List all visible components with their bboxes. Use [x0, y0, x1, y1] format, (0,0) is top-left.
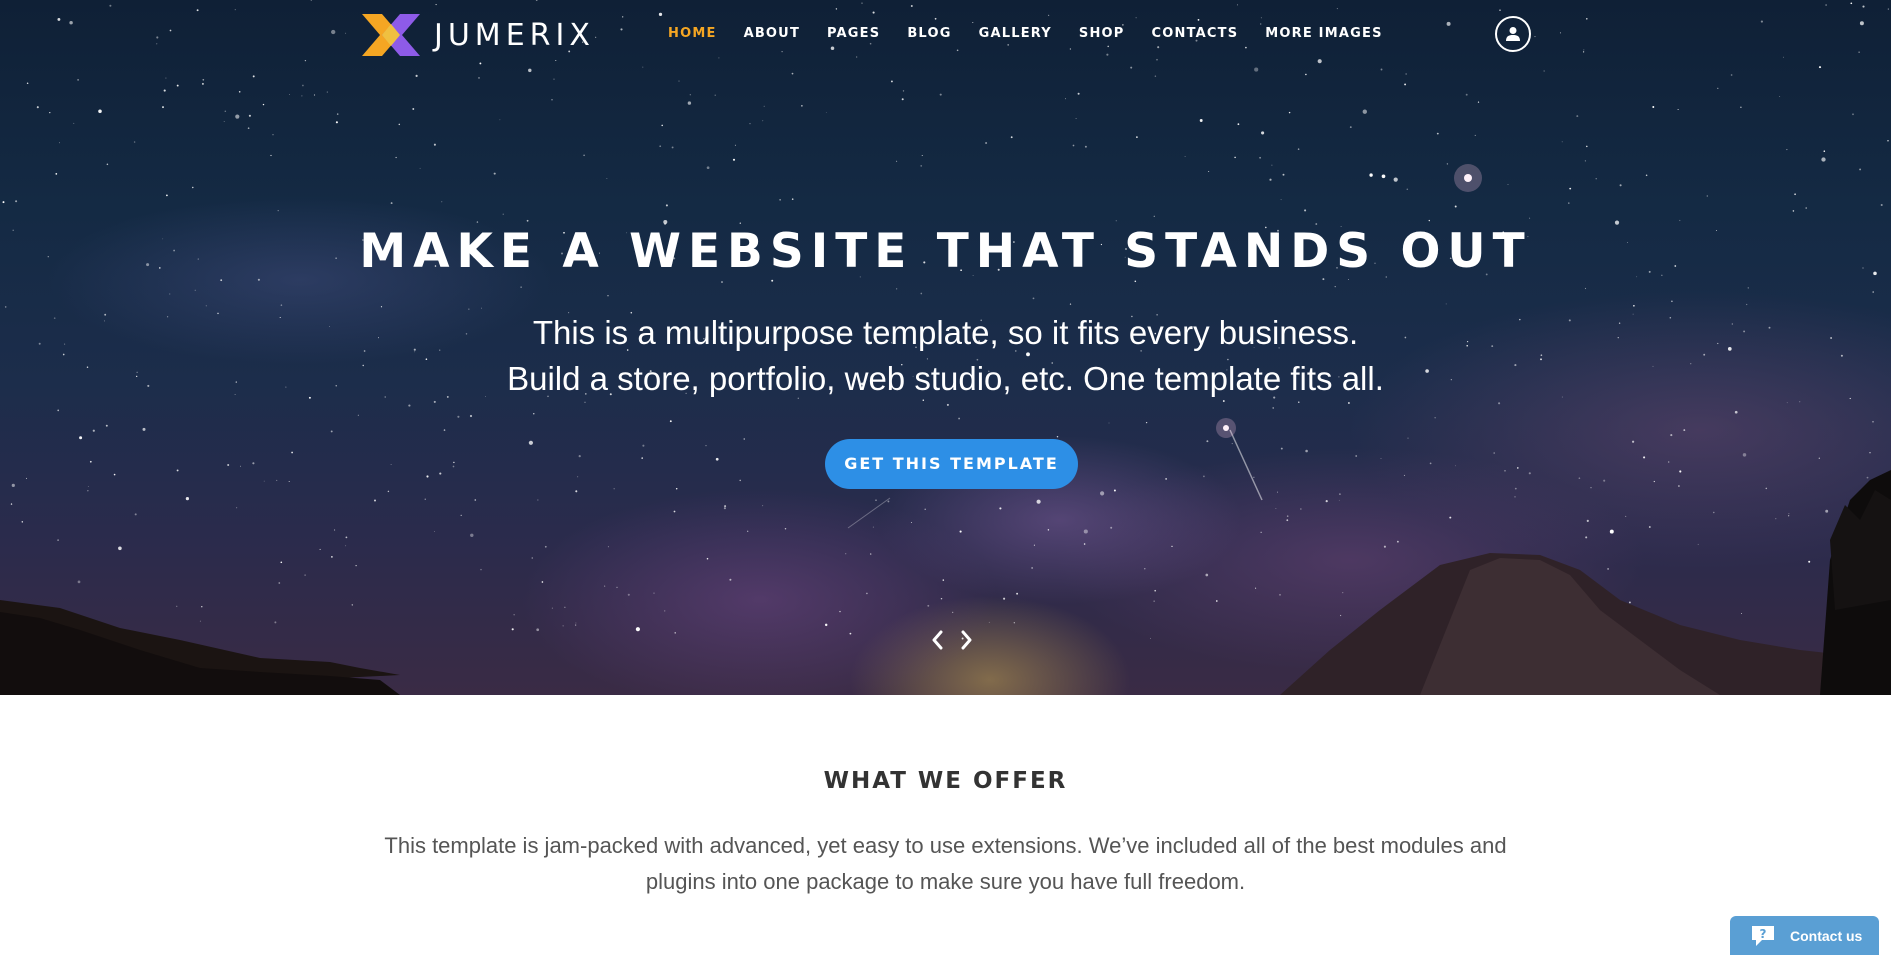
- nav-item-more-images[interactable]: MORE IMAGES: [1265, 26, 1382, 41]
- brand-logo[interactable]: JUMERIX: [360, 14, 595, 56]
- chevron-right-icon[interactable]: [956, 628, 976, 652]
- user-account-button[interactable]: [1495, 16, 1531, 52]
- contact-us-label: Contact us: [1790, 927, 1863, 944]
- brand-name: JUMERIX: [434, 17, 595, 53]
- chevron-left-icon[interactable]: [928, 628, 948, 652]
- offer-description: This template is jam-packed with advance…: [384, 833, 1507, 894]
- nav-item-home[interactable]: HOME: [668, 26, 717, 41]
- nav-item-contacts[interactable]: CONTACTS: [1152, 26, 1239, 41]
- contact-us-widget[interactable]: ? Contact us: [1730, 916, 1879, 955]
- main-navigation: HOME ABOUT PAGES BLOG GALLERY SHOP CONTA…: [668, 26, 1410, 41]
- svg-text:?: ?: [1760, 927, 1767, 941]
- nav-item-blog[interactable]: BLOG: [907, 26, 951, 41]
- hero-title: MAKE A WEBSITE THAT STANDS OUT: [359, 224, 1532, 279]
- offer-title: WHAT WE OFFER: [823, 768, 1068, 794]
- nav-item-shop[interactable]: SHOP: [1079, 26, 1125, 41]
- hero-section: JUMERIX HOME ABOUT PAGES BLOG GALLERY SH…: [0, 0, 1891, 695]
- nav-item-gallery[interactable]: GALLERY: [979, 26, 1052, 41]
- get-template-button[interactable]: GET THIS TEMPLATE: [825, 439, 1078, 489]
- user-circle-icon: [1506, 27, 1520, 41]
- hero-subtitle-line-2: Build a store, portfolio, web studio, et…: [507, 360, 1384, 397]
- chat-question-icon: ?: [1752, 925, 1774, 946]
- hero-subtitle: This is a multipurpose template, so it f…: [0, 310, 1891, 402]
- nav-item-pages[interactable]: PAGES: [827, 26, 880, 41]
- logo-x-icon: [362, 14, 420, 56]
- hero-subtitle-line-1: This is a multipurpose template, so it f…: [532, 314, 1359, 351]
- nav-item-about[interactable]: ABOUT: [744, 26, 800, 41]
